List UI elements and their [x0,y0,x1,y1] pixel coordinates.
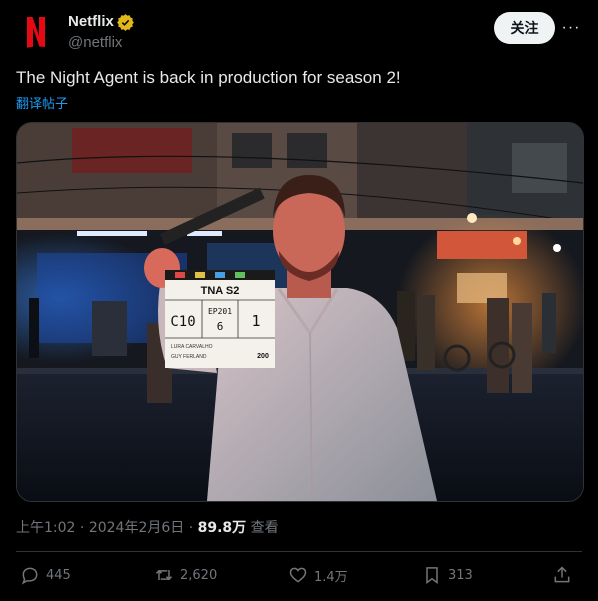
author-display-name[interactable]: Netflix [68,12,134,32]
clapper-roll: 200 [257,353,269,360]
tweet-header: Netflix @netflix 关注 ··· [16,12,582,56]
bookmark-icon [426,567,438,584]
meta-separator: · [75,520,89,536]
photo-scene: TNA S2 C10 EP201 6 1 LURA CARVALHO GUY F… [17,123,583,501]
bookmark-count: 313 [448,567,473,583]
retweet-count: 2,620 [180,567,218,583]
clapper-setup: 6 [217,320,224,333]
tweet-text: The Night Agent is back in production fo… [16,68,401,87]
translate-post-link[interactable]: 翻译帖子 [16,93,68,112]
clapper-director: LURA CARVALHO [171,344,213,350]
view-count: 89.8万 [197,520,247,536]
reply-button[interactable]: 445 [20,565,71,585]
author-handle[interactable]: @netflix [68,33,134,53]
divider [16,551,582,552]
reply-icon [21,567,38,585]
follow-button[interactable]: 关注 [494,12,555,44]
share-icon [554,566,570,583]
more-options-icon[interactable]: ··· [560,16,582,40]
like-button[interactable]: 1.4万 [288,565,348,585]
reply-count: 445 [46,567,71,583]
tweet-photo[interactable]: TNA S2 C10 EP201 6 1 LURA CARVALHO GUY F… [16,122,584,502]
views-label: 查看 [246,520,279,536]
post-date[interactable]: 2024年2月6日 [89,520,184,536]
meta-separator: · [184,520,198,536]
clapper-scene: C10 [170,314,195,330]
verified-badge-icon [116,13,134,31]
clapper-title: TNA S2 [201,285,240,297]
retweet-icon [155,569,173,581]
netflix-logo-icon [27,17,45,48]
tweet-actions: 445 2,620 1.4万 313 [16,565,582,591]
post-time[interactable]: 上午1:02 [16,520,75,536]
display-name-text: Netflix [68,13,114,30]
bookmark-button[interactable]: 313 [422,565,473,585]
avatar[interactable] [16,12,56,52]
clapper-dp: GUY FERLAND [171,354,207,360]
author-names: Netflix @netflix [68,12,134,53]
like-count: 1.4万 [314,569,348,585]
retweet-button[interactable]: 2,620 [154,565,217,585]
clapper-take: 1 [251,312,260,330]
clapper-episode: EP201 [208,307,232,316]
heart-icon [289,567,307,583]
tweet-meta: 上午1:02 · 2024年2月6日 · 89.8万 查看 [16,517,279,537]
share-button[interactable] [552,565,578,585]
